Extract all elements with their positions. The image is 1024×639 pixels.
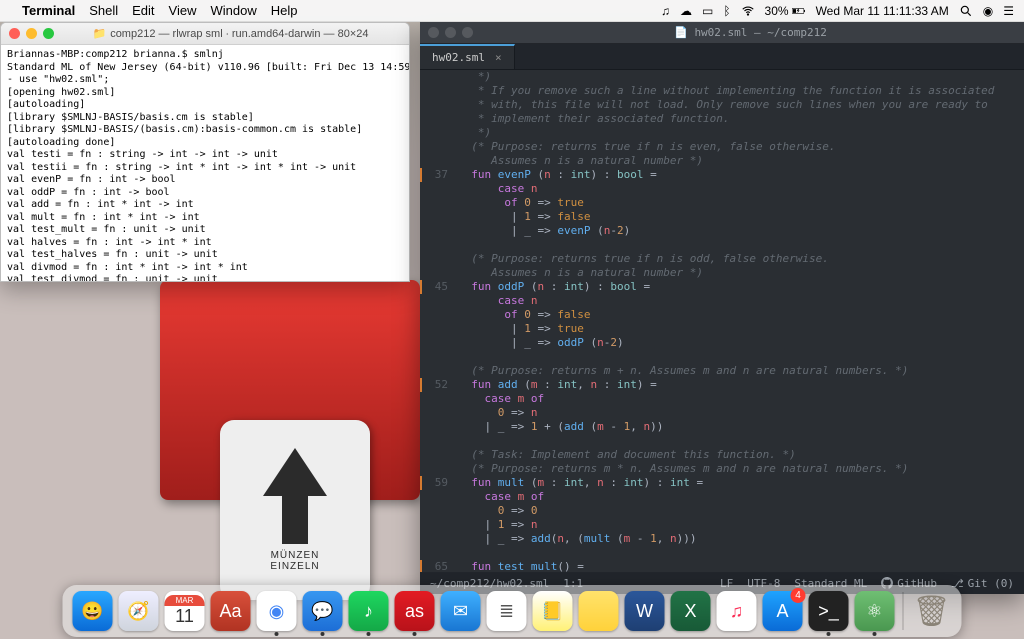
dock-app-appstore[interactable]: A4 <box>763 591 803 631</box>
code-line[interactable]: 38 case n <box>420 182 1024 196</box>
dock-app-atom[interactable]: ⚛ <box>855 591 895 631</box>
code-line[interactable]: 49 | _ => oddP (n-2) <box>420 336 1024 350</box>
code-line[interactable]: 52 fun add (m : int, n : int) = <box>420 378 1024 392</box>
close-button[interactable] <box>428 27 439 38</box>
code-line[interactable]: 63 | _ => add(n, (mult (m - 1, n))) <box>420 532 1024 546</box>
code-line[interactable]: 57 (* Task: Implement and document this … <box>420 448 1024 462</box>
spotlight-icon[interactable] <box>959 4 973 18</box>
status-git[interactable]: ⎇ Git (0) <box>951 577 1014 590</box>
code-line[interactable]: 34 *) <box>420 126 1024 140</box>
code-line[interactable]: 47 of 0 => false <box>420 308 1024 322</box>
dock-app-excel[interactable]: X <box>671 591 711 631</box>
menu-shell[interactable]: Shell <box>89 3 118 18</box>
code-line[interactable]: 41 | _ => evenP (n-2) <box>420 224 1024 238</box>
zoom-button[interactable] <box>462 27 473 38</box>
bluetooth-icon[interactable]: ᛒ <box>723 4 730 18</box>
code-line[interactable]: 46 case n <box>420 294 1024 308</box>
editor-window-title: hw02.sml — ~/comp212 <box>694 26 826 39</box>
code-line[interactable]: 61 0 => 0 <box>420 504 1024 518</box>
folder-icon: 📁 <box>92 27 106 40</box>
minimize-button[interactable] <box>445 27 456 38</box>
terminal-titlebar[interactable]: 📁 comp212 — rlwrap sml ∙ run.amd64-darwin… <box>1 23 409 45</box>
editor-tabbar: hw02.sml × <box>420 44 1024 70</box>
code-line[interactable]: 65 fun test_mult() = <box>420 560 1024 572</box>
editor-code-area[interactable]: 30 *)31 * If you remove such a line with… <box>420 70 1024 572</box>
dock-app-chrome[interactable]: ◉ <box>257 591 297 631</box>
code-line[interactable]: 59 fun mult (m : int, n : int) : int = <box>420 476 1024 490</box>
menu-window[interactable]: Window <box>211 3 257 18</box>
code-line[interactable]: 53 case m of <box>420 392 1024 406</box>
dock-app-safari[interactable]: 🧭 <box>119 591 159 631</box>
dock-trash[interactable]: 🗑 <box>912 591 952 631</box>
code-line[interactable]: 62 | 1 => n <box>420 518 1024 532</box>
dock-app-mail[interactable]: ✉ <box>441 591 481 631</box>
cloud-status-icon[interactable]: ☁ <box>680 4 692 18</box>
menu-view[interactable]: View <box>169 3 197 18</box>
code-line[interactable]: 32 * with, this file will not load. Only… <box>420 98 1024 112</box>
dock-app-notes[interactable]: 📒 <box>533 591 573 631</box>
lastfm-status-icon[interactable]: ♫ <box>661 4 670 18</box>
notification-center-icon[interactable]: ☰ <box>1003 4 1014 18</box>
code-line[interactable]: 48 | 1 => true <box>420 322 1024 336</box>
code-line[interactable]: 37 fun evenP (n : int) : bool = <box>420 168 1024 182</box>
dock-app-word[interactable]: W <box>625 591 665 631</box>
code-line[interactable]: 58 (* Purpose: returns m * n. Assumes m … <box>420 462 1024 476</box>
code-line[interactable]: 40 | 1 => false <box>420 210 1024 224</box>
battery-status[interactable]: 30% <box>765 4 806 18</box>
code-line[interactable]: 43 (* Purpose: returns true if n is odd,… <box>420 252 1024 266</box>
zoom-button[interactable] <box>43 28 54 39</box>
code-line[interactable]: 44 Assumes n is a natural number *) <box>420 266 1024 280</box>
code-line[interactable]: 50 <box>420 350 1024 364</box>
code-line[interactable]: 54 0 => n <box>420 406 1024 420</box>
tab-label: hw02.sml <box>432 51 485 64</box>
dock-app-calendar[interactable]: MAR11 <box>165 591 205 631</box>
clock[interactable]: Wed Mar 11 11:11:33 AM <box>816 4 949 18</box>
code-line[interactable]: 39 of 0 => true <box>420 196 1024 210</box>
display-status-icon[interactable]: ▭ <box>702 4 713 18</box>
dock-app-spotify[interactable]: ♪ <box>349 591 389 631</box>
siri-icon[interactable]: ◉ <box>983 4 993 18</box>
dock-app-terminal[interactable]: >_ <box>809 591 849 631</box>
app-menu-name[interactable]: Terminal <box>22 3 75 18</box>
menubar: Terminal Shell Edit View Window Help ♫ ☁ ▭ ᛒ… <box>0 0 1024 22</box>
dock-app-lastfm[interactable]: as <box>395 591 435 631</box>
terminal-content[interactable]: Briannas-MBP:comp212 brianna.$ smlnj Sta… <box>1 45 409 281</box>
tab-close-icon[interactable]: × <box>495 51 502 64</box>
dock-app-finder[interactable]: 😀 <box>73 591 113 631</box>
editor-titlebar[interactable]: 📄 hw02.sml — ~/comp212 <box>420 22 1024 44</box>
code-line[interactable]: 42 <box>420 238 1024 252</box>
dock-app-messages[interactable]: 💬 <box>303 591 343 631</box>
code-line[interactable]: 36 Assumes n is a natural number *) <box>420 154 1024 168</box>
wifi-icon[interactable] <box>741 4 755 18</box>
terminal-window[interactable]: 📁 comp212 — rlwrap sml ∙ run.amd64-darwin… <box>0 22 410 282</box>
code-line[interactable]: 45 fun oddP (n : int) : bool = <box>420 280 1024 294</box>
code-line[interactable]: 64 <box>420 546 1024 560</box>
menu-help[interactable]: Help <box>271 3 298 18</box>
dock-app-reminders[interactable]: ≣ <box>487 591 527 631</box>
code-line[interactable]: 33 * implement their associated function… <box>420 112 1024 126</box>
code-line[interactable]: 55 | _ => 1 + (add (m - 1, n)) <box>420 420 1024 434</box>
code-line[interactable]: 31 * If you remove such a line without i… <box>420 84 1024 98</box>
code-line[interactable]: 56 <box>420 434 1024 448</box>
code-line[interactable]: 35 (* Purpose: returns true if n is even… <box>420 140 1024 154</box>
code-line[interactable]: 51 (* Purpose: returns m + n. Assumes m … <box>420 364 1024 378</box>
code-line[interactable]: 60 case m of <box>420 490 1024 504</box>
dock-app-stickies[interactable] <box>579 591 619 631</box>
dock: 😀🧭MAR11Aa◉💬♪as✉≣📒 WX♫A4>_⚛ 🗑 <box>63 585 962 637</box>
tab-hw02[interactable]: hw02.sml × <box>420 44 515 69</box>
dock-app-music[interactable]: ♫ <box>717 591 757 631</box>
terminal-title: comp212 — rlwrap sml ∙ run.amd64-darwin … <box>110 28 368 40</box>
dock-app-dictionary[interactable]: Aa <box>211 591 251 631</box>
minimize-button[interactable] <box>26 28 37 39</box>
editor-window[interactable]: 📄 hw02.sml — ~/comp212 hw02.sml × 30 *)3… <box>420 22 1024 594</box>
file-icon: 📄 <box>674 26 688 39</box>
code-line[interactable]: 30 *) <box>420 70 1024 84</box>
close-button[interactable] <box>9 28 20 39</box>
menu-edit[interactable]: Edit <box>132 3 154 18</box>
